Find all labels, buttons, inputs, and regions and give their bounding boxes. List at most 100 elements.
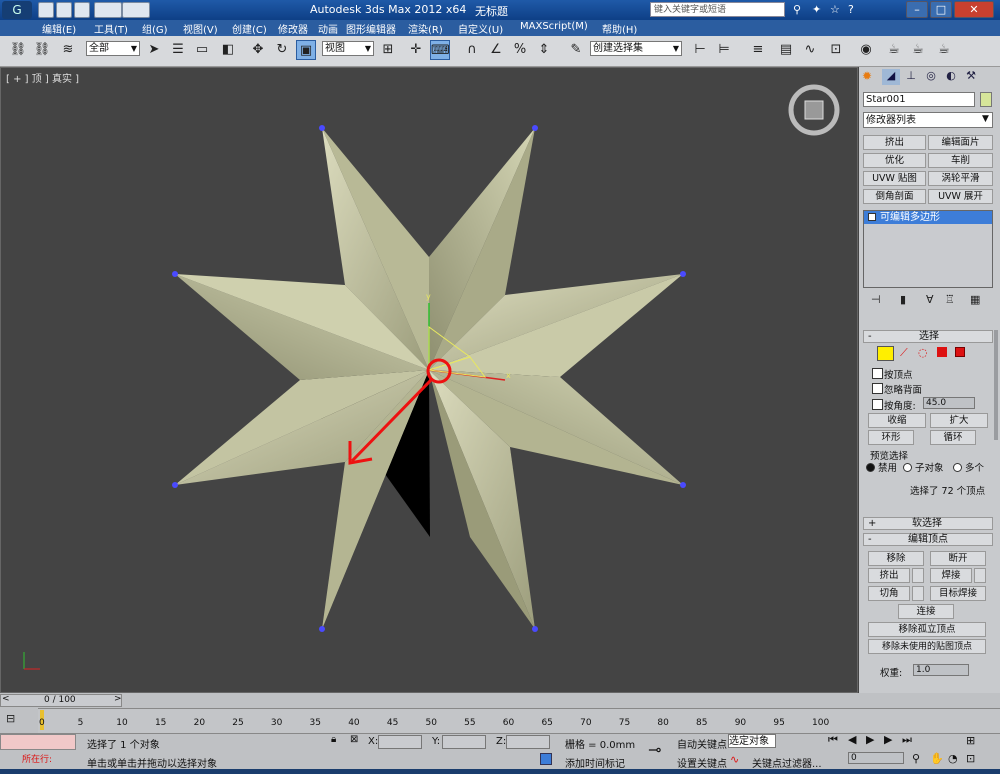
create-tab-icon[interactable]: ✹ <box>862 69 880 85</box>
help-icon[interactable]: ? <box>848 3 854 16</box>
x-coord-field[interactable] <box>378 735 422 749</box>
grow-button[interactable]: 扩大 <box>930 413 988 428</box>
modifier-list-dropdown[interactable]: 修改器列表 <box>863 112 993 128</box>
star-icon[interactable]: ☆ <box>830 3 840 16</box>
weld-settings-button[interactable] <box>974 568 986 583</box>
preview-multi-radio[interactable] <box>953 463 962 472</box>
mirror-icon[interactable]: ⊢ <box>690 40 710 60</box>
link-icon[interactable]: ⛓ <box>8 40 28 60</box>
menu-rendering[interactable]: 渲染(R) <box>408 21 443 36</box>
save-file-icon[interactable] <box>74 2 90 18</box>
maximize-button[interactable]: □ <box>930 1 952 18</box>
menu-maxscript[interactable]: MAXScript(M) <box>520 21 588 32</box>
key-filters-label[interactable]: 关键点过滤器... <box>752 755 822 770</box>
menu-edit[interactable]: 编辑(E) <box>42 21 76 36</box>
layer-manager-icon[interactable]: ≡ <box>748 40 768 60</box>
edge-mode-icon[interactable]: ⟋ <box>900 346 908 360</box>
pivot-center-icon[interactable]: ⊞ <box>378 40 398 60</box>
make-unique-icon[interactable]: ∀ <box>926 293 934 306</box>
time-tag-icon[interactable] <box>540 753 552 765</box>
rollout-selection-header[interactable]: - 选择 <box>863 330 993 343</box>
play-icon[interactable]: ▶ <box>866 733 874 746</box>
mod-button-edit-patch[interactable]: 编辑面片 <box>928 135 993 150</box>
add-time-tag-label[interactable]: 添加时间标记 <box>565 755 625 770</box>
tools-icon[interactable]: ✦ <box>812 3 821 16</box>
lock-selection-icon[interactable]: 🔒︎ <box>331 734 336 745</box>
selected-object-dropdown[interactable]: 选定对象 <box>728 734 776 748</box>
select-object-icon[interactable]: ➤ <box>144 40 164 60</box>
go-to-end-icon[interactable]: ⏭ <box>902 733 912 747</box>
mod-button-turbosmooth[interactable]: 涡轮平滑 <box>928 171 993 186</box>
go-to-start-icon[interactable]: ⏮ <box>828 733 838 747</box>
weld-button[interactable]: 焊接 <box>930 568 972 583</box>
snap-toggle-icon[interactable]: ∩ <box>462 40 482 60</box>
app-logo-icon[interactable]: G <box>2 1 32 19</box>
mod-button-uvw-map[interactable]: UVW 贴图 <box>863 171 926 186</box>
set-key-label[interactable]: 设置关键点 <box>677 755 727 770</box>
mod-button-bevel-profile[interactable]: 倒角剖面 <box>863 189 926 204</box>
maxscript-listener[interactable] <box>0 734 76 750</box>
edit-named-selection-icon[interactable]: ✎ <box>566 40 586 60</box>
render-icon[interactable]: ☕ <box>934 40 954 60</box>
close-button[interactable]: ✕ <box>954 1 994 18</box>
loop-button[interactable]: 循环 <box>930 430 976 445</box>
undo-icon[interactable] <box>94 2 122 18</box>
configure-sets-icon[interactable]: ▦ <box>970 293 980 306</box>
polygon-mode-icon[interactable] <box>937 347 947 357</box>
unlink-icon[interactable]: ⛓ <box>32 40 52 60</box>
keyboard-shortcut-icon[interactable]: ⌨ <box>430 40 450 60</box>
pan-icon[interactable]: ✋ <box>930 752 944 765</box>
remove-button[interactable]: 移除 <box>868 551 924 566</box>
show-end-result-icon[interactable]: ▮ <box>900 293 906 306</box>
viewcube[interactable] <box>788 84 840 136</box>
menu-help[interactable]: 帮助(H) <box>602 21 637 36</box>
menu-graph-editors[interactable]: 图形编辑器 <box>346 21 396 36</box>
extrude-button[interactable]: 挤出 <box>868 568 910 583</box>
element-mode-icon[interactable] <box>955 347 965 357</box>
move-icon[interactable]: ✥ <box>248 40 268 60</box>
percent-snap-icon[interactable]: % <box>510 40 530 60</box>
ring-button[interactable]: 环形 <box>868 430 914 445</box>
ribbon-icon[interactable]: ▤ <box>776 40 796 60</box>
selection-filter-dropdown[interactable]: 全部 <box>86 41 140 56</box>
menu-animation[interactable]: 动画 <box>318 21 338 36</box>
border-mode-icon[interactable]: ◌ <box>918 346 928 359</box>
render-setup-icon[interactable]: ☕ <box>884 40 904 60</box>
reference-coord-dropdown[interactable]: 视图 <box>322 41 374 56</box>
by-vertex-checkbox[interactable] <box>872 368 883 379</box>
vertex-mode-icon[interactable] <box>877 346 894 361</box>
menu-views[interactable]: 视图(V) <box>183 21 218 36</box>
menu-group[interactable]: 组(G) <box>142 21 168 36</box>
ignore-backface-checkbox[interactable] <box>872 383 883 394</box>
weight-spinner[interactable]: 1.0 <box>913 664 969 676</box>
rollout-edit-vertices-header[interactable]: - 编辑顶点 <box>863 533 993 546</box>
y-coord-field[interactable] <box>442 735 486 749</box>
remove-unused-map-verts-button[interactable]: 移除未使用的贴图顶点 <box>868 639 986 654</box>
slider-prev-icon[interactable]: < <box>2 694 10 704</box>
chamfer-button[interactable]: 切角 <box>868 586 910 601</box>
next-frame-icon[interactable]: ▶ <box>884 733 892 746</box>
chamfer-settings-button[interactable] <box>912 586 924 601</box>
zoom-extents-icon[interactable]: ⊞ <box>966 734 975 747</box>
motion-tab-icon[interactable]: ◎ <box>922 69 940 85</box>
rendered-frame-icon[interactable]: ☕ <box>908 40 928 60</box>
mod-button-lathe[interactable]: 车削 <box>928 153 993 168</box>
hierarchy-tab-icon[interactable]: ⊥ <box>902 69 920 85</box>
object-name-field[interactable]: Star001 <box>863 92 975 107</box>
prev-frame-icon[interactable]: ◀ <box>848 733 856 746</box>
current-frame-field[interactable]: 0 <box>848 752 904 764</box>
connect-button[interactable]: 连接 <box>898 604 954 619</box>
preview-subobject-radio[interactable] <box>903 463 912 472</box>
select-by-name-icon[interactable]: ☰ <box>168 40 188 60</box>
stack-expand-icon[interactable] <box>868 213 876 221</box>
preview-disabled-radio[interactable] <box>866 463 875 472</box>
extrude-settings-button[interactable] <box>912 568 924 583</box>
shrink-button[interactable]: 收缩 <box>868 413 926 428</box>
redo-icon[interactable] <box>122 2 150 18</box>
rotate-icon[interactable]: ↻ <box>272 40 292 60</box>
schematic-view-icon[interactable]: ⊡ <box>826 40 846 60</box>
select-manipulate-icon[interactable]: ✛ <box>406 40 426 60</box>
zoom-icon[interactable]: ⚲ <box>912 752 920 765</box>
by-angle-checkbox[interactable] <box>872 399 883 410</box>
binoculars-icon[interactable]: ⚲ <box>793 3 801 16</box>
